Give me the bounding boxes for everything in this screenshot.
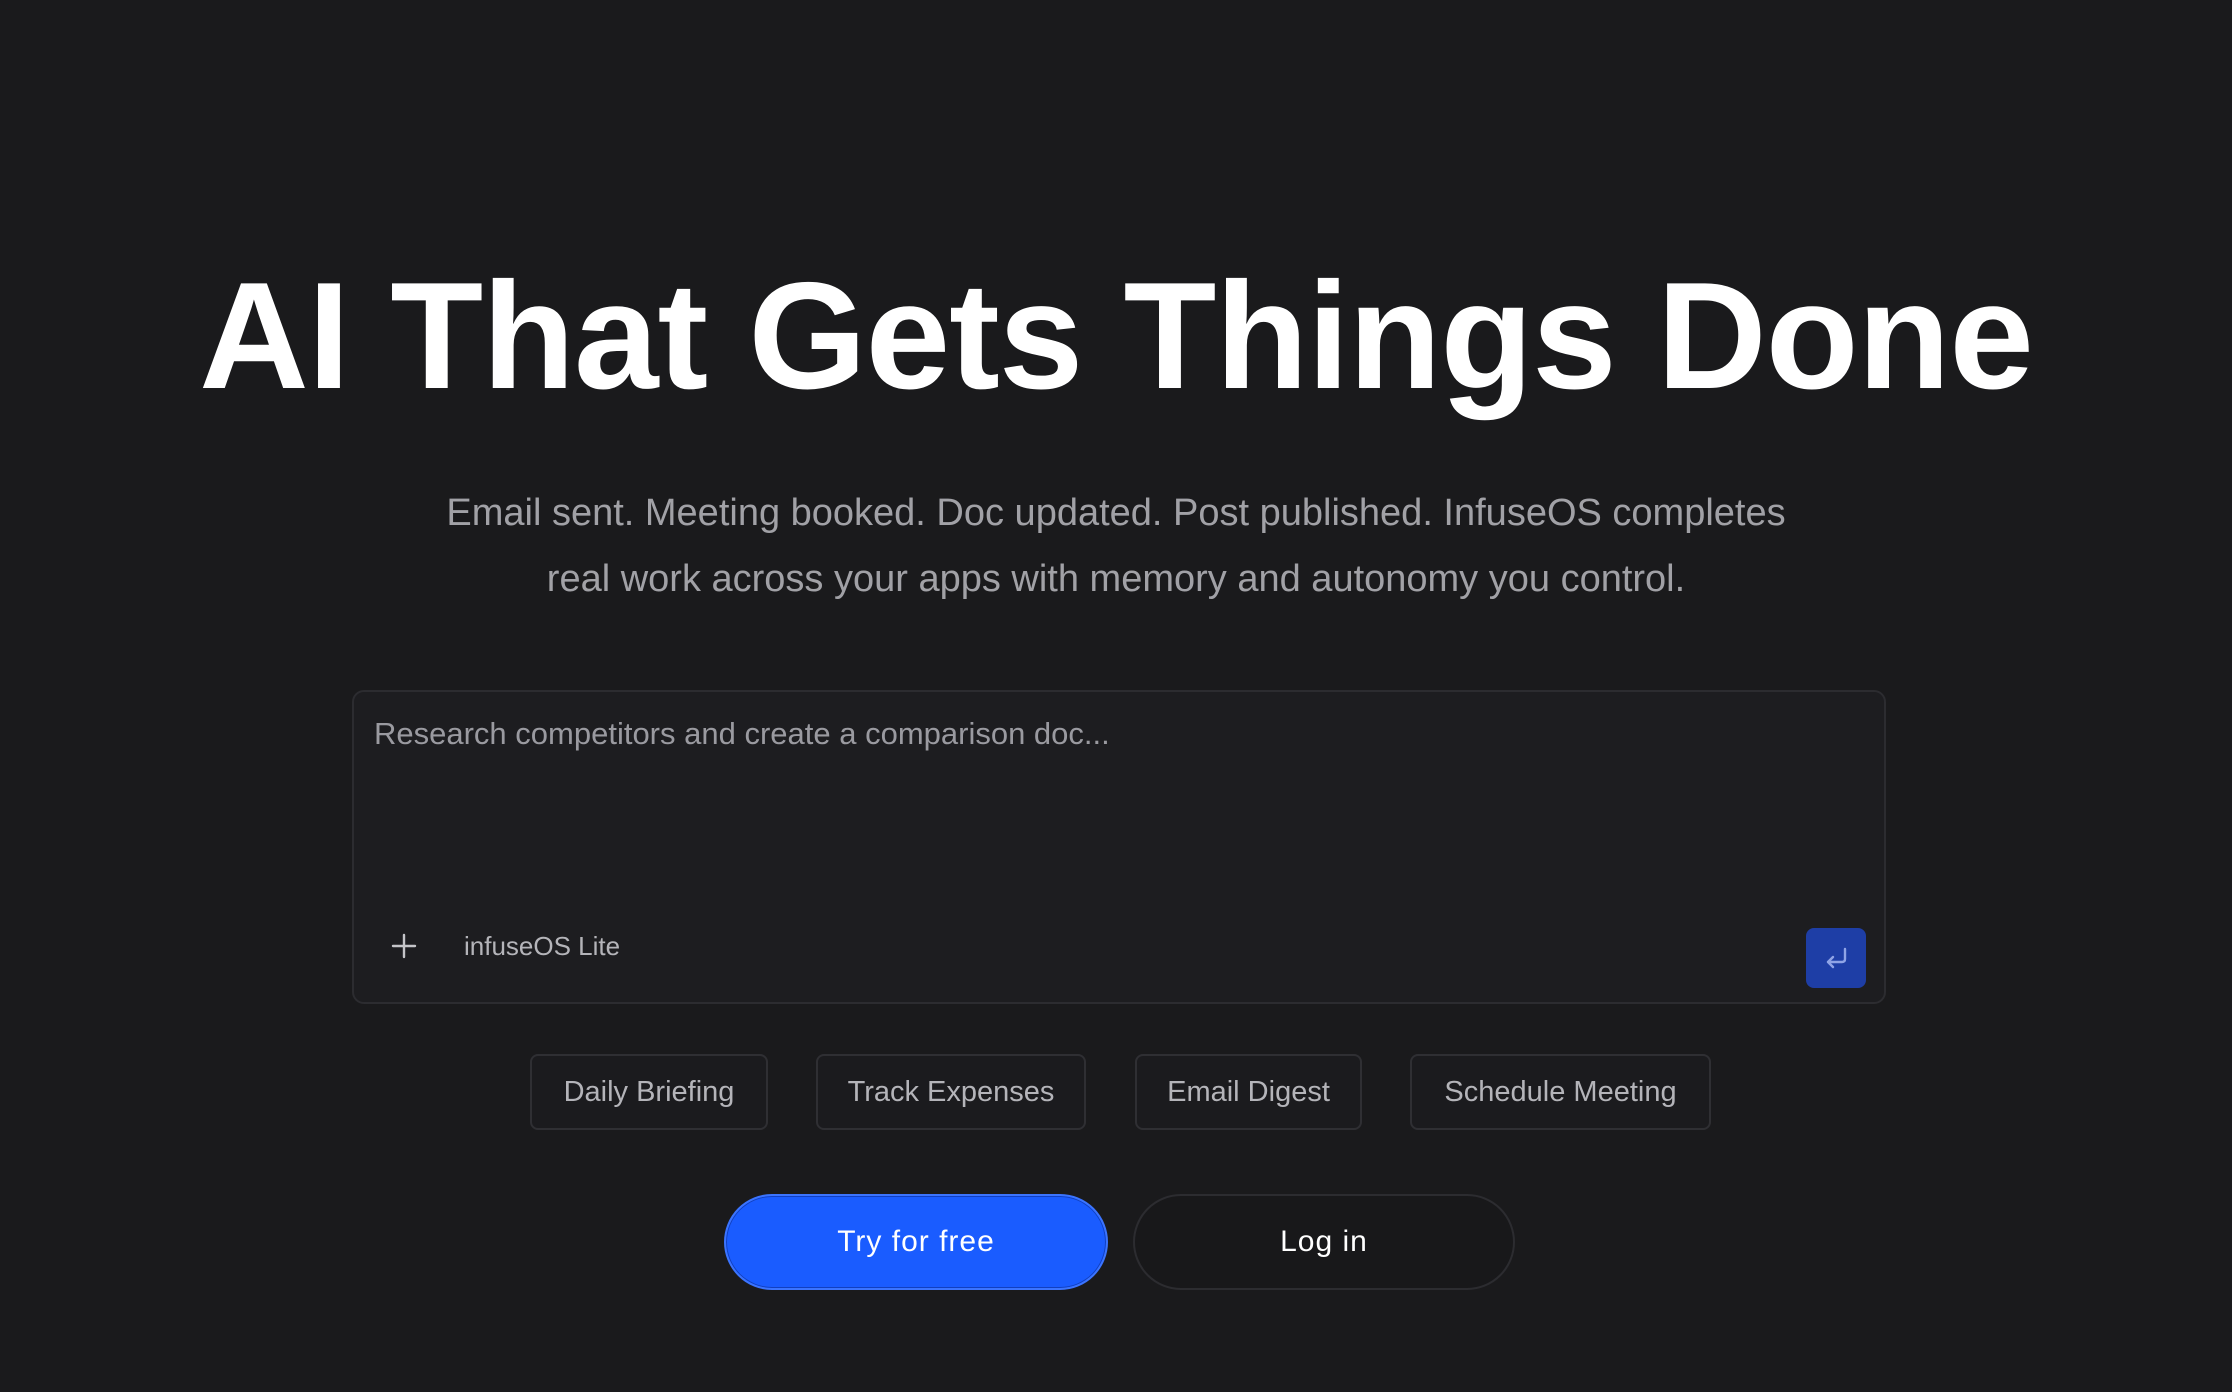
hero-subtitle: Email sent. Meeting booked. Doc updated.… (446, 492, 1786, 600)
try-for-free-button[interactable]: Try for free (724, 1194, 1108, 1290)
hero-title: AI That Gets Things Done (199, 251, 2034, 421)
send-button[interactable] (1806, 928, 1866, 988)
suggestion-chip-schedule-meeting[interactable]: Schedule Meeting (1410, 1054, 1711, 1130)
suggestion-chip-email-digest[interactable]: Email Digest (1135, 1054, 1362, 1130)
suggestion-chip-daily-briefing[interactable]: Daily Briefing (530, 1054, 768, 1130)
attach-button[interactable] (376, 918, 432, 974)
prompt-box: infuseOS Lite (352, 690, 1886, 1004)
suggestion-chip-track-expenses[interactable]: Track Expenses (816, 1054, 1086, 1130)
model-selector[interactable]: infuseOS Lite (464, 928, 620, 964)
log-in-button[interactable]: Log in (1133, 1194, 1515, 1290)
landing-page: AI That Gets Things Done Email sent. Mee… (0, 0, 2232, 1392)
prompt-input[interactable] (374, 712, 1864, 832)
enter-return-icon (1826, 947, 1847, 969)
suggestion-chips: Daily Briefing Track Expenses Email Dige… (0, 1054, 2232, 1130)
plus-icon (391, 933, 417, 959)
